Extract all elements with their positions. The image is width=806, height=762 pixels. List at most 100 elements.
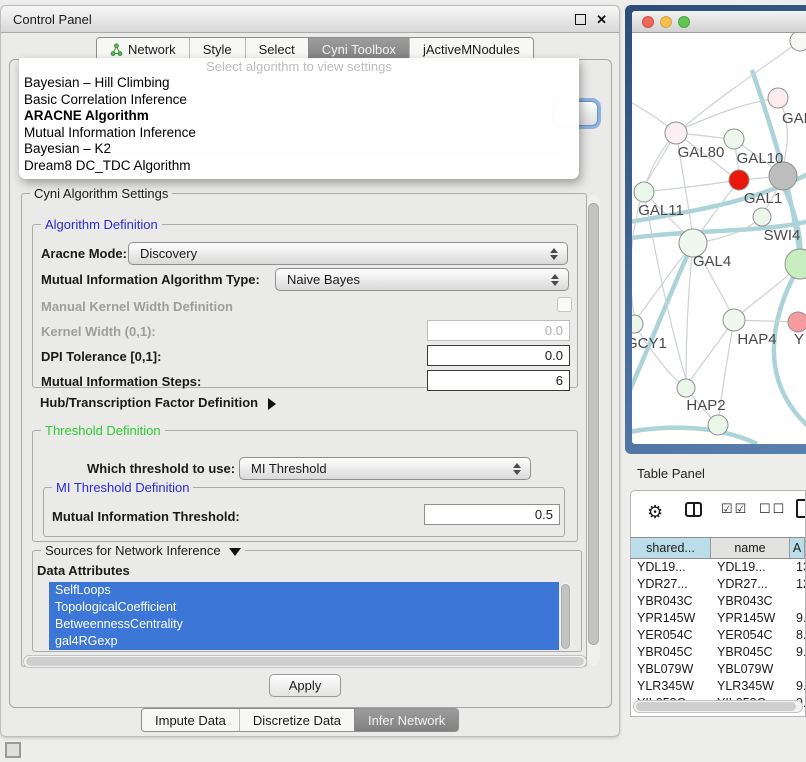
bottom-tab-impute-data[interactable]: Impute Data <box>142 709 239 731</box>
table-row[interactable]: YBL079WYBL079W <box>631 661 805 678</box>
mi-threshold-field[interactable]: 0.5 <box>424 504 560 525</box>
threshold-definition-group: Threshold Definition Which threshold to … <box>32 430 578 542</box>
attribute-list-item-betweennesscentrality[interactable]: BetweennessCentrality <box>49 616 559 633</box>
mi-algorithm-type-combobox[interactable]: Naive Bayes <box>275 268 569 291</box>
dpi-tolerance-label: DPI Tolerance [0,1]: <box>41 349 161 364</box>
table-row[interactable]: YBR045CYBR045C9. <box>631 644 805 661</box>
network-node-gal1[interactable] <box>729 170 749 190</box>
tab-network[interactable]: Network <box>97 38 189 60</box>
float-window-icon[interactable] <box>575 14 586 25</box>
table-cell: YBR045C <box>631 644 711 661</box>
network-node[interactable] <box>790 33 806 51</box>
network-node-gal10[interactable] <box>724 129 744 149</box>
table-cell: YDR27... <box>631 576 711 593</box>
dropdown-item-basic-correlation-inference[interactable]: Basic Correlation Inference <box>19 92 579 109</box>
network-node-label-gal4: GAL4 <box>693 253 731 270</box>
bottom-tab-infer-network[interactable]: Infer Network <box>354 709 458 731</box>
table-cell: YLR345W <box>711 678 790 695</box>
dropdown-item-bayesian-k2[interactable]: Bayesian – K2 <box>19 141 579 158</box>
attribute-list-item-selfloops[interactable]: SelfLoops <box>49 582 559 599</box>
manual-kernel-checkbox[interactable] <box>557 297 572 312</box>
expand-arrow-icon <box>268 398 276 410</box>
algorithm-definition-group: Algorithm Definition Aracne Mode: Discov… <box>32 224 578 388</box>
network-node-label-gal1: GAL1 <box>744 190 782 207</box>
tab-select[interactable]: Select <box>245 38 308 60</box>
tab-label: Style <box>203 42 232 57</box>
table-cell: YER054C <box>711 627 790 644</box>
dropdown-placeholder: Select algorithm to view settings <box>19 58 579 75</box>
control-panel-titlebar: Control Panel ✕ <box>1 6 619 33</box>
scrollbar-thumb[interactable] <box>636 702 796 711</box>
dropdown-item-mutual-information-inference[interactable]: Mutual Information Inference <box>19 125 579 142</box>
aracne-mode-label: Aracne Mode: <box>41 246 127 261</box>
panel-dock-icon[interactable] <box>5 742 21 758</box>
dropdown-item-aracne-algorithm[interactable]: ARACNE Algorithm <box>19 108 579 125</box>
attribute-list-item-topologicalcoefficient[interactable]: TopologicalCoefficient <box>49 599 559 616</box>
which-threshold-combobox[interactable]: MI Threshold <box>239 457 531 480</box>
table-row[interactable]: YDR27...YDR27...12 <box>631 576 805 593</box>
bottom-tabbar: Impute Data Discretize Data Infer Network <box>141 708 459 732</box>
column-header-a[interactable]: A <box>790 538 805 558</box>
mi-algorithm-type-label: Mutual Information Algorithm Type: <box>41 272 260 287</box>
deselect-all-checkboxes-icon[interactable]: ☐☐ <box>759 501 786 517</box>
bottom-tab-label: Discretize Data <box>253 713 341 728</box>
zoom-traffic-light-icon[interactable] <box>678 16 690 28</box>
network-node-gcy1[interactable] <box>632 315 643 333</box>
dpi-tolerance-field[interactable]: 0.0 <box>427 345 570 366</box>
network-node-swi4[interactable] <box>753 208 771 226</box>
dropdown-item-dream8-dc-tdc-algorithm[interactable]: Dream8 DC_TDC Algorithm <box>19 158 579 175</box>
tab-cyni-toolbox[interactable]: Cyni Toolbox <box>308 38 409 60</box>
network-view-window[interactable]: GALGAL80GAL10GAL1GAL11SWI4GAL4GCY1HAP4YH… <box>625 5 806 454</box>
network-tab-icon <box>110 43 123 56</box>
column-header-shared[interactable]: shared... <box>631 538 711 558</box>
table-row[interactable]: YBR043CYBR043C <box>631 593 805 610</box>
table-cell: YDL19... <box>631 559 711 576</box>
bottom-tab-discretize-data[interactable]: Discretize Data <box>239 709 354 731</box>
minimize-traffic-light-icon[interactable] <box>660 16 672 28</box>
aracne-mode-combobox[interactable]: Discovery <box>128 242 568 265</box>
hub-section-toggle[interactable]: Hub/Transcription Factor Definition <box>40 395 276 410</box>
tab-jactivemnodules[interactable]: jActiveMNodules <box>409 38 533 60</box>
settings-group-title: Cyni Algorithm Settings <box>30 186 172 201</box>
close-traffic-light-icon[interactable] <box>642 16 654 28</box>
close-icon[interactable]: ✕ <box>596 13 607 26</box>
network-node-gal[interactable] <box>768 88 788 108</box>
network-node[interactable] <box>708 415 728 435</box>
network-node-y[interactable] <box>788 312 806 332</box>
network-node-hap4[interactable] <box>723 309 745 331</box>
scrollbar-thumb[interactable] <box>26 657 584 666</box>
select-all-checkboxes-icon[interactable]: ☑☑ <box>721 501 748 517</box>
gear-icon[interactable]: ⚙ <box>647 499 663 525</box>
data-attributes-list[interactable]: SelfLoopsTopologicalCoefficientBetweenne… <box>49 582 559 650</box>
table-row[interactable]: YLR345WYLR345W9. <box>631 678 805 695</box>
tab-style[interactable]: Style <box>189 38 245 60</box>
scrollbar-thumb[interactable] <box>561 584 570 649</box>
table-row[interactable]: YDL19...YDL19...13 <box>631 559 805 576</box>
dropdown-item-bayesian-hill-climbing[interactable]: Bayesian – Hill Climbing <box>19 75 579 92</box>
table-cell: YLR345W <box>631 678 711 695</box>
network-canvas[interactable]: GALGAL80GAL10GAL1GAL11SWI4GAL4GCY1HAP4YH… <box>632 33 806 444</box>
document-icon[interactable] <box>796 499 806 518</box>
network-node-label-gcy1: GCY1 <box>632 335 667 352</box>
apply-button[interactable]: Apply <box>269 674 341 697</box>
table-row[interactable]: YER054CYER054C8. <box>631 627 805 644</box>
network-node-label-swi4: SWI4 <box>764 227 801 244</box>
mi-steps-field[interactable]: 6 <box>427 370 570 391</box>
attribute-list-item-gal4rgexp[interactable]: gal4RGexp <box>49 633 559 650</box>
sources-group: Sources for Network Inference Data Attri… <box>32 550 582 652</box>
network-node-gal80[interactable] <box>665 122 687 144</box>
network-node-label-gal80: GAL80 <box>678 144 725 161</box>
table-cell <box>790 593 805 610</box>
columns-icon[interactable] <box>685 502 702 517</box>
scrollbar-thumb[interactable] <box>588 203 599 645</box>
network-window-titlebar[interactable] <box>632 11 806 33</box>
table-row[interactable]: YPR145WYPR145W9. <box>631 610 805 627</box>
kernel-width-field[interactable]: 0.0 <box>427 320 570 341</box>
network-node-gal11[interactable] <box>634 182 654 202</box>
network-view-inner: GALGAL80GAL10GAL1GAL11SWI4GAL4GCY1HAP4YH… <box>632 11 806 444</box>
column-header-name[interactable]: name <box>711 538 790 558</box>
settings-vertical-scrollbar <box>587 195 600 665</box>
table-cell: 8. <box>790 627 805 644</box>
tab-label: jActiveMNodules <box>423 42 520 57</box>
network-node-hap2[interactable] <box>677 379 695 397</box>
